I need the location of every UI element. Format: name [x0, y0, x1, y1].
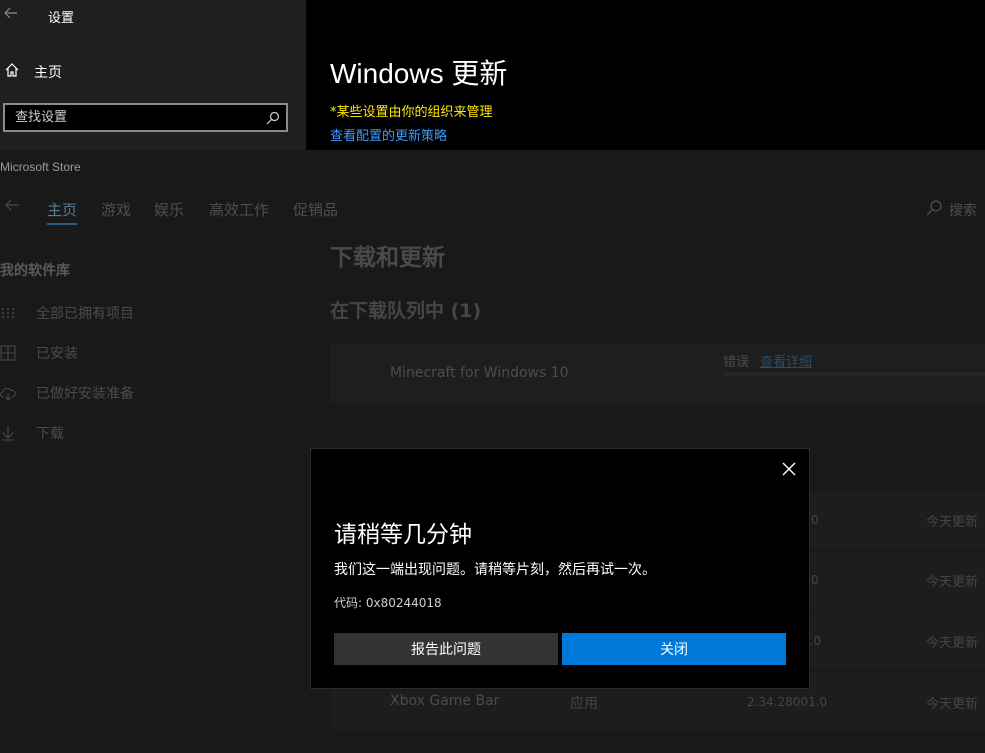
- library-item-all-owned[interactable]: 全部已拥有项目: [0, 303, 134, 323]
- row-version: 0: [811, 573, 819, 587]
- search-icon: [925, 199, 943, 221]
- row-date: 今天更新: [926, 515, 979, 530]
- library-item-ready-to-install[interactable]: 已做好安装准备: [0, 383, 134, 403]
- queue-item-status: 错误: [723, 355, 750, 370]
- dialog-title: 请稍等几分钟: [334, 522, 472, 548]
- home-icon: [4, 62, 20, 82]
- store-window-title: Microsoft Store: [0, 160, 81, 174]
- row-version: 0: [811, 513, 819, 527]
- library-item-installed[interactable]: 已安装: [0, 343, 78, 363]
- grid-dots-icon: [0, 305, 16, 321]
- row-name: Xbox Game Bar: [390, 693, 500, 709]
- queue-item-name: Minecraft for Windows 10: [390, 365, 569, 381]
- store-search-label: 搜索: [949, 203, 977, 219]
- error-code: 代码: 0x80244018: [334, 596, 442, 610]
- search-icon[interactable]: [266, 110, 280, 129]
- cloud-download-icon: [0, 385, 16, 401]
- library-title: 我的软件库: [0, 263, 70, 279]
- page-title: Windows 更新: [330, 58, 508, 89]
- downloads-title: 下载和更新: [330, 245, 445, 271]
- library-item-downloads[interactable]: 下载: [0, 423, 64, 443]
- row-date: 今天更新: [926, 575, 979, 590]
- store-tab-home[interactable]: 主页: [47, 199, 77, 220]
- store-tab-games[interactable]: 游戏: [101, 199, 131, 220]
- active-tab-indicator: [47, 223, 77, 225]
- policy-note: *某些设置由你的组织来管理: [330, 105, 493, 120]
- settings-search-box[interactable]: [3, 103, 288, 132]
- close-button[interactable]: 关闭: [562, 633, 786, 665]
- view-policies-link[interactable]: 查看配置的更新策略: [330, 125, 447, 144]
- apps-grid-icon: [0, 345, 16, 361]
- library-item-label: 全部已拥有项目: [36, 306, 134, 322]
- library-item-label: 已安装: [36, 346, 78, 362]
- queue-heading: 在下载队列中 (1): [330, 300, 482, 322]
- close-icon[interactable]: [781, 461, 797, 477]
- row-date: 今天更新: [926, 636, 979, 651]
- report-problem-button[interactable]: 报告此问题: [334, 633, 558, 665]
- library-item-label: 下载: [36, 426, 64, 442]
- store-tab-entertainment[interactable]: 娱乐: [154, 199, 184, 220]
- download-arrow-icon: [0, 425, 16, 441]
- store-tab-productivity[interactable]: 高效工作: [209, 199, 269, 220]
- settings-window-title: 设置: [48, 11, 75, 26]
- row-version: 2.34.28001.0: [747, 695, 828, 709]
- row-type: 应用: [570, 696, 598, 712]
- settings-search-input[interactable]: [13, 109, 257, 126]
- download-progress-bar: [723, 372, 985, 376]
- settings-home-item[interactable]: 主页: [4, 62, 62, 82]
- back-arrow-icon[interactable]: [4, 5, 18, 24]
- store-tab-deals[interactable]: 促销品: [293, 199, 338, 220]
- dialog-message: 我们这一端出现问题。请稍等片刻，然后再试一次。: [334, 562, 656, 578]
- home-label: 主页: [34, 65, 62, 81]
- view-details-link[interactable]: 查看详细: [760, 351, 812, 370]
- store-back-icon[interactable]: [4, 197, 20, 218]
- error-dialog: 请稍等几分钟 我们这一端出现问题。请稍等片刻，然后再试一次。 代码: 0x802…: [310, 448, 810, 689]
- library-item-label: 已做好安装准备: [36, 386, 134, 402]
- store-search-button[interactable]: 搜索: [925, 199, 977, 221]
- row-date: 今天更新: [926, 697, 979, 712]
